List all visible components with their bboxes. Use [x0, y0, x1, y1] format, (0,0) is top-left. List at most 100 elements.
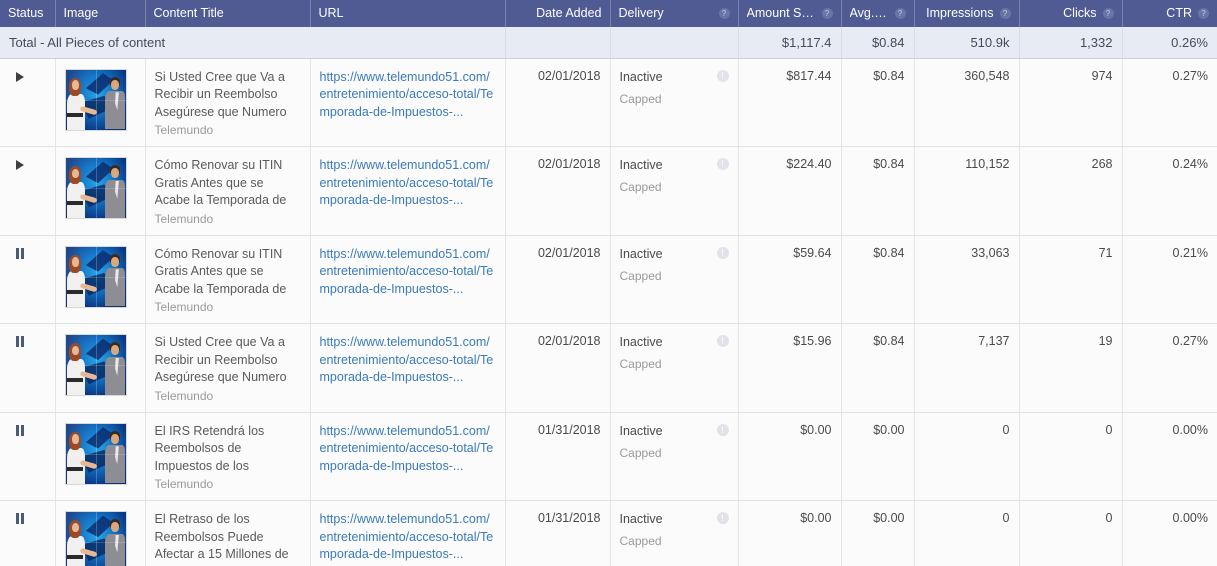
column-header-cpc[interactable]: Avg. CPC? [841, 0, 915, 27]
column-header-impressions[interactable]: Impressions? [914, 0, 1020, 27]
ctr: 0.00% [1122, 412, 1217, 501]
delivery-status: Inactive [619, 246, 663, 261]
question-circle-icon[interactable]: ? [1198, 8, 1209, 19]
exclamation-circle-icon[interactable]: ! [716, 335, 729, 347]
exclamation-circle-icon[interactable]: ! [716, 512, 729, 524]
column-header-image[interactable]: Image [55, 0, 146, 27]
ctr: 0.27% [1122, 58, 1217, 147]
pause-icon[interactable] [16, 336, 26, 350]
play-icon[interactable] [16, 160, 24, 170]
data-table: Status Image Content Title URL Date Added Del… [0, 0, 1217, 566]
total-row: Total - All Pieces of content $1,117.4 $… [0, 27, 1217, 59]
delivery-substatus: Capped [619, 357, 662, 371]
clicks: 0 [1019, 500, 1123, 566]
pause-icon[interactable] [16, 513, 26, 527]
column-header-label: Status [8, 6, 44, 20]
clicks: 268 [1019, 146, 1123, 236]
image-cell[interactable] [55, 58, 146, 147]
column-header-clicks[interactable]: Clicks? [1019, 0, 1123, 27]
content-url-link[interactable]: https://www.telemundo51.com/entretenimie… [320, 69, 496, 122]
status-cell[interactable] [0, 323, 56, 413]
table-row[interactable]: Si Usted Cree que Va a Recibir un Reembo… [0, 323, 1217, 413]
question-circle-icon[interactable]: ? [999, 8, 1011, 19]
column-header-label: Delivery [618, 6, 664, 20]
content-url-link[interactable]: https://www.telemundo51.com/entretenimie… [320, 334, 496, 387]
url-cell[interactable]: https://www.telemundo51.com/entretenimie… [310, 146, 506, 236]
question-circle-icon[interactable]: ? [894, 8, 906, 19]
column-header-ctr[interactable]: CTR? [1122, 0, 1217, 27]
image-cell[interactable] [55, 235, 146, 324]
amount-spent: $0.00 [738, 500, 842, 566]
impressions: 0 [914, 412, 1020, 501]
ctr: 0.24% [1122, 146, 1217, 236]
delivery-substatus: Capped [619, 91, 662, 106]
column-header-delivery[interactable]: Delivery? [610, 0, 739, 27]
ctr: 0.00% [1122, 500, 1217, 566]
content-source: Telemundo [154, 477, 214, 491]
table-row[interactable]: Si Usted Cree que Va a Recibir un Reembo… [0, 58, 1217, 147]
delivery-status: Inactive [619, 158, 663, 172]
column-header-date[interactable]: Date Added [505, 0, 611, 27]
pause-icon[interactable] [16, 247, 26, 262]
exclamation-circle-icon[interactable]: ! [716, 423, 729, 436]
url-cell[interactable]: https://www.telemundo51.com/entretenimie… [310, 500, 506, 566]
status-cell[interactable] [0, 412, 56, 501]
url-cell[interactable]: https://www.telemundo51.com/entretenimie… [310, 235, 506, 324]
column-header-status[interactable]: Status [0, 0, 56, 27]
column-header-title[interactable]: Content Title [145, 0, 311, 27]
content-thumbnail[interactable] [64, 157, 127, 219]
delivery-status: Inactive [619, 69, 663, 84]
content-thumbnail[interactable] [64, 68, 127, 131]
impressions: 7,137 [914, 323, 1020, 413]
content-url-link[interactable]: https://www.telemundo51.com/entretenimie… [320, 157, 496, 210]
image-cell[interactable] [55, 412, 146, 501]
content-url-link[interactable]: https://www.telemundo51.com/entretenimie… [320, 423, 496, 476]
status-cell[interactable] [0, 235, 56, 324]
image-cell[interactable] [55, 323, 146, 413]
play-icon[interactable] [16, 71, 24, 82]
ctr: 0.21% [1122, 235, 1217, 324]
clicks: 71 [1019, 235, 1123, 324]
exclamation-circle-icon[interactable]: ! [716, 158, 729, 170]
column-header-spend[interactable]: Amount Sp...? [738, 0, 842, 27]
content-performance-table: Status Image Content Title URL Date Added Del… [0, 0, 1217, 566]
content-thumbnail[interactable] [64, 245, 127, 308]
content-thumbnail[interactable] [64, 422, 127, 485]
table-row[interactable]: Cómo Renovar su ITIN Gratis Antes que se… [0, 235, 1217, 324]
content-url-link[interactable]: https://www.telemundo51.com/entretenimie… [320, 511, 496, 564]
delivery-cell: Inactive! Capped [610, 146, 739, 236]
content-thumbnail[interactable] [64, 511, 127, 566]
total-label: Total - All Pieces of content [0, 27, 506, 59]
delivery-substatus: Capped [619, 180, 662, 194]
table-row[interactable]: El IRS Retendrá los Reembolsos de Impues… [0, 412, 1217, 501]
column-header-label: Impressions [926, 6, 994, 20]
content-thumbnail[interactable] [64, 334, 127, 396]
impressions: 0 [914, 500, 1020, 566]
image-cell[interactable] [55, 146, 146, 236]
status-cell[interactable] [0, 58, 56, 147]
total-spend: $1,117.4 [738, 27, 842, 59]
total-cpc: $0.84 [841, 27, 915, 59]
url-cell[interactable]: https://www.telemundo51.com/entretenimie… [310, 412, 506, 501]
question-circle-icon[interactable]: ? [1102, 8, 1114, 19]
column-header-url[interactable]: URL [310, 0, 506, 27]
table-row[interactable]: El Retraso de los Reembolsos Puede Afect… [0, 500, 1217, 566]
avg-cpc: $0.84 [841, 323, 915, 413]
status-cell[interactable] [0, 500, 56, 566]
exclamation-circle-icon[interactable]: ! [716, 69, 729, 82]
url-cell[interactable]: https://www.telemundo51.com/entretenimie… [310, 58, 506, 147]
content-url-link[interactable]: https://www.telemundo51.com/entretenimie… [320, 246, 496, 299]
table-row[interactable]: Cómo Renovar su ITIN Gratis Antes que se… [0, 146, 1217, 236]
content-title-cell: Cómo Renovar su ITIN Gratis Antes que se… [145, 146, 311, 236]
delivery-cell: Inactive! Capped [610, 323, 739, 413]
pause-icon[interactable] [16, 424, 26, 439]
image-cell[interactable] [55, 500, 146, 566]
question-circle-icon[interactable]: ? [718, 8, 730, 19]
column-header-label: Content Title [153, 6, 224, 20]
column-header-label: URL [318, 6, 344, 20]
date-added-cell: 01/31/2018 [505, 500, 611, 566]
question-circle-icon[interactable]: ? [821, 8, 833, 19]
exclamation-circle-icon[interactable]: ! [716, 246, 729, 259]
url-cell[interactable]: https://www.telemundo51.com/entretenimie… [310, 323, 506, 413]
status-cell[interactable] [0, 146, 56, 236]
